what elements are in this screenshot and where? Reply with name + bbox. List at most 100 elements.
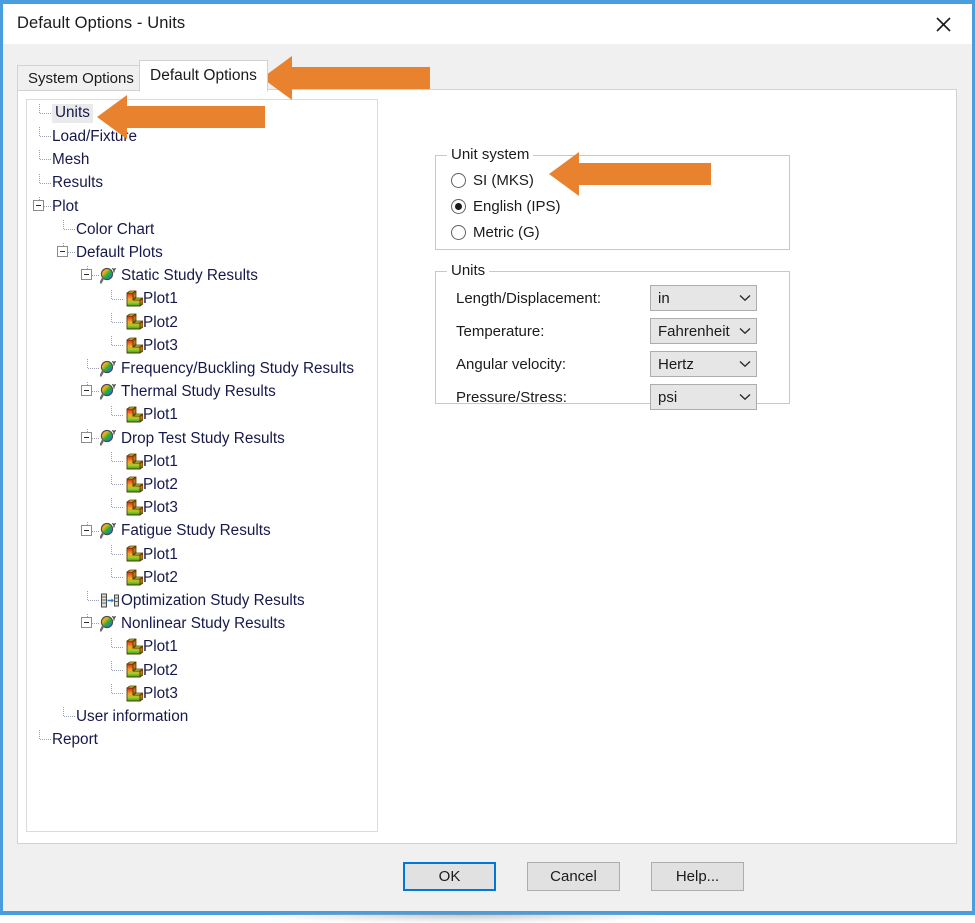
plot-icon: [124, 638, 144, 656]
tree-node[interactable]: Plot1: [124, 288, 178, 311]
tree-connector-line: [39, 730, 40, 740]
tree-connector-line: [40, 182, 51, 184]
radio-metric-g[interactable]: Metric (G): [451, 224, 540, 241]
tree-node[interactable]: User information: [76, 705, 188, 728]
tree-expander-collapse[interactable]: [81, 269, 92, 281]
help-button[interactable]: Help...: [651, 862, 744, 891]
cancel-button[interactable]: Cancel: [527, 862, 620, 891]
tree-node[interactable]: Plot2: [124, 659, 178, 682]
combo-temperature-value: Fahrenheit: [658, 322, 730, 340]
tree-connector-line: [112, 669, 123, 671]
ok-button-label: OK: [438, 868, 461, 885]
radio-metric-g-indicator: [451, 225, 466, 240]
radio-english-ips-indicator: [451, 199, 466, 214]
tree-node-label: Units: [52, 104, 93, 123]
tab-system-options-label: System Options: [28, 69, 134, 87]
tree-connector-line: [40, 136, 51, 138]
tree-connector-line: [63, 220, 64, 229]
tree-node[interactable]: Plot3: [124, 682, 178, 705]
tree-node[interactable]: Plot2: [124, 566, 178, 589]
combo-pressure-stress[interactable]: psi: [650, 384, 757, 410]
tree-connector-line: [111, 498, 112, 508]
tree-node-label: Plot1: [143, 638, 178, 656]
chevron-down-icon: [734, 327, 756, 335]
tree-node-label: Results: [52, 174, 104, 192]
tree-node-label: Report: [52, 731, 98, 749]
tree-node[interactable]: Plot3: [124, 496, 178, 519]
tree-node-label: Thermal Study Results: [121, 383, 276, 401]
options-tree-panel[interactable]: Units Load/Fixture Mesh Results Plot Color Ch…: [26, 99, 378, 832]
tab-strip: System Options Default Options: [17, 60, 957, 92]
plot-icon: [124, 290, 144, 308]
tree-connector-line: [111, 637, 112, 647]
tree-node[interactable]: Frequency/Buckling Study Results: [99, 357, 354, 380]
radio-english-ips[interactable]: English (IPS): [451, 198, 561, 215]
dialog-client-area: Units Load/Fixture Mesh Results Plot Color Ch…: [3, 44, 972, 911]
tree-expander-collapse[interactable]: [81, 524, 92, 536]
tree-connector-line: [111, 289, 112, 299]
tree-connector-line: [88, 600, 99, 602]
tree-node[interactable]: Mesh: [52, 148, 89, 171]
radio-si-mks[interactable]: SI (MKS): [451, 172, 534, 189]
ok-button[interactable]: OK: [403, 862, 496, 891]
tree-node[interactable]: Plot1: [124, 636, 178, 659]
tree-node[interactable]: Drop Test Study Results: [99, 427, 285, 450]
help-button-label: Help...: [675, 868, 720, 885]
tree-node[interactable]: Static Study Results: [99, 264, 258, 287]
tree-node[interactable]: Plot1: [124, 404, 178, 427]
tree-node[interactable]: Color Chart: [76, 218, 154, 241]
plot-icon: [124, 337, 144, 355]
tree-expander-collapse[interactable]: [57, 246, 68, 258]
tree-node[interactable]: Units: [52, 102, 93, 125]
tree-connector-line: [88, 368, 99, 370]
tree-node-label: Plot3: [143, 684, 178, 702]
tree-expander-collapse[interactable]: [33, 199, 44, 211]
label-temperature: Temperature:: [456, 323, 545, 340]
tree-node[interactable]: Plot: [52, 195, 78, 218]
label-angular-velocity: Angular velocity:: [456, 356, 567, 373]
tree-node[interactable]: Default Plots: [76, 241, 163, 264]
tree-node[interactable]: Report: [52, 728, 98, 751]
tree-expander-collapse[interactable]: [81, 617, 92, 629]
plot-icon: [124, 661, 144, 679]
study-icon: [99, 360, 121, 378]
tree-node[interactable]: Plot3: [124, 334, 178, 357]
tree-node[interactable]: Nonlinear Study Results: [99, 612, 285, 635]
tree-node-label: Plot: [52, 197, 79, 215]
tree-connector-line: [39, 173, 40, 183]
combo-temperature[interactable]: Fahrenheit: [650, 318, 757, 344]
tree-connector-line: [39, 104, 40, 113]
tree-connector-line: [63, 707, 64, 717]
tree-connector-line: [112, 345, 123, 346]
combo-length-displacement[interactable]: in: [650, 285, 757, 311]
tree-node[interactable]: Optimization Study Results: [100, 589, 305, 612]
tree-node[interactable]: Load/Fixture: [52, 125, 137, 148]
tab-default-options[interactable]: Default Options: [139, 60, 268, 92]
tree-node[interactable]: Fatigue Study Results: [99, 520, 271, 543]
tree-node[interactable]: Plot2: [124, 311, 178, 334]
plot-icon: [124, 476, 144, 494]
tree-connector-line: [111, 312, 112, 322]
tab-system-options[interactable]: System Options: [17, 65, 145, 91]
tree-node-label: Plot1: [143, 290, 178, 308]
default-options-dialog: Default Options - Units Units Load/Fixtur…: [0, 0, 975, 923]
combo-angular-velocity[interactable]: Hertz: [650, 351, 757, 377]
tree-connector-line: [112, 414, 123, 416]
close-icon[interactable]: [920, 4, 966, 44]
tree-expander-collapse[interactable]: [81, 431, 92, 443]
tree-node-label: Fatigue Study Results: [121, 522, 271, 540]
tree-node[interactable]: Plot1: [124, 450, 178, 473]
tree-node-label: Plot2: [143, 476, 178, 494]
tree-node-label: Load/Fixture: [52, 128, 138, 146]
tree-node[interactable]: Plot2: [124, 473, 178, 496]
background-artifact: [270, 914, 660, 923]
plot-icon: [124, 545, 144, 563]
optimization-icon: [100, 592, 121, 610]
tree-expander-collapse[interactable]: [81, 385, 92, 397]
tree-node-label: Frequency/Buckling Study Results: [121, 360, 354, 378]
tree-node[interactable]: Plot1: [124, 543, 178, 566]
tree-connector-line: [111, 405, 112, 415]
tree-node[interactable]: Results: [52, 172, 103, 195]
plot-icon: [124, 685, 144, 703]
tree-node[interactable]: Thermal Study Results: [99, 380, 276, 403]
